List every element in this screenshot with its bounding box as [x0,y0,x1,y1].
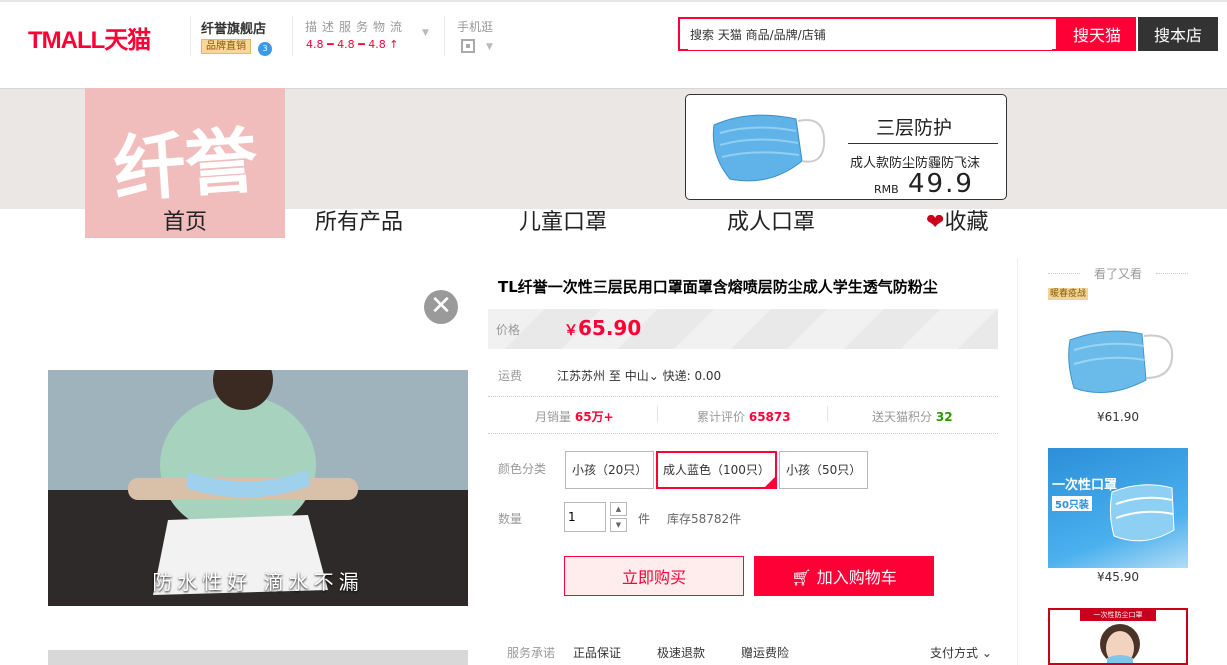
divider [444,16,445,56]
mask-image [712,114,826,182]
product-price: ￥65.90 [564,316,641,340]
promo-tag: 暖春疫战 [1048,288,1089,300]
quantity-unit: 件 [638,512,651,526]
product-title: TL纤誉一次性三层民用口罩面罩含熔喷层防尘成人学生透气防粉尘 [498,278,938,296]
sidebar-divider [1017,258,1018,665]
shop-logo-text: 纤誉 [110,117,261,212]
monthly-sales-value: 65万+ [574,410,614,424]
close-video-button[interactable]: ✕ [424,290,458,324]
divider [657,406,658,422]
currency-symbol: ￥ [564,323,578,339]
divider [827,406,828,422]
divider [488,396,998,397]
shipping-destination-select[interactable]: 中山⌄ [625,369,659,383]
quantity-input[interactable] [564,502,606,532]
monthly-sales: 月销量 65万+ [535,410,614,424]
payment-label: 支付方式 [930,646,979,660]
payment-methods[interactable]: 支付方式 ⌄ [930,644,992,661]
chevron-down-icon[interactable]: ▼ [422,28,429,38]
recommend-item-2-image[interactable]: 一次性口罩 50只装 [1048,448,1188,588]
shop-level-icon: 3 [258,42,272,56]
add-to-cart-label: 加入购物车 [816,568,897,587]
shop-name[interactable]: 纤誉旗舰店 [201,18,266,37]
buy-now-button[interactable]: 立即购买 [564,556,744,596]
chevron-down-icon: ⌄ [981,646,992,660]
nav-all-products[interactable]: 所有产品 [315,208,403,238]
video-caption: 防水性好 滴水不漏 [152,570,364,594]
service-shipping-insurance[interactable]: 赠运费险 [741,644,789,661]
shop-rating-values: 4.8 ━ 4.8 ━ 4.8 ↑ [306,38,399,51]
recommend-item-3-image[interactable]: 一次性防尘口罩 [1048,608,1188,665]
model-photo [1100,624,1140,663]
quantity-decrease-button[interactable]: ▼ [610,518,627,532]
chevron-down-icon: ⌄ [648,369,659,383]
recommend-item-2-price: ¥45.90 [1097,570,1139,584]
shipping-to: 中山 [624,369,649,383]
quantity-label: 数量 [498,512,523,526]
qr-code-icon[interactable] [461,39,475,53]
quantity-increase-button[interactable]: ▲ [610,502,627,516]
price-value: 65.90 [578,316,642,340]
nav-home[interactable]: 首页 [163,208,207,238]
color-category-label: 颜色分类 [498,462,547,476]
stock-count: 库存58782件 [667,512,742,526]
service-genuine[interactable]: 正品保证 [573,644,621,661]
thumbnail-strip[interactable] [48,650,468,665]
divider [488,433,998,434]
ad-currency: RMB [874,183,899,196]
search-tmall-button[interactable]: 搜天猫 [1058,17,1136,51]
shop-rating-label[interactable]: 描述服务物流 [305,18,407,35]
total-reviews[interactable]: 累计评价 65873 [697,408,791,425]
ad-title: 三层防护 [876,117,953,139]
service-label: 服务承诺 [507,646,556,660]
tmall-points: 送天猫积分 32 [872,410,953,424]
product-video[interactable]: 防水性好 滴水不漏 [48,370,468,606]
nav-adult-masks[interactable]: 成人口罩 [727,208,815,238]
divider [190,16,191,56]
shipping-label: 运费 [498,369,523,383]
search-shop-button[interactable]: 搜本店 [1138,17,1218,51]
ad-divider [848,143,998,144]
banner-ad[interactable]: 三层防护 成人款防尘防霾防飞沫 RMB 49.9 [685,94,1007,200]
brand-direct-badge: 品牌直销 [201,39,251,54]
nav-kids-masks[interactable]: 儿童口罩 [519,208,607,238]
sku-option-adult-blue-100[interactable]: 成人蓝色（100只） [656,451,777,489]
heart-icon: ❤ [926,210,945,235]
total-reviews-value: 65873 [748,410,791,424]
add-to-cart-button[interactable]: 🛒︎ 加入购物车 [754,556,934,596]
shipping-to-word: 至 [608,369,621,383]
sku-option-kids-20[interactable]: 小孩（20只） [565,451,655,489]
service-fast-refund[interactable]: 极速退款 [657,644,705,661]
search-box [678,17,1058,51]
sku-option-kids-50[interactable]: 小孩（50只） [779,451,869,489]
mobile-browse-label[interactable]: 手机逛 [457,18,493,35]
tmall-points-value: 32 [935,410,953,424]
also-viewed-title: 看了又看 [1048,265,1188,282]
recommend-item-2-badge: 50只装 [1052,496,1092,511]
divider [292,16,293,56]
top-border [0,0,1227,2]
recommend-item-3-tag: 一次性防尘口罩 [1080,610,1156,621]
nav-favorite-label: 收藏 [944,210,989,235]
nav-favorite[interactable]: ❤收藏 [926,208,988,238]
shipping-from: 江苏苏州 [557,369,606,383]
price-label: 价格 [496,323,521,337]
recommend-item-1-price: ¥61.90 [1097,410,1139,424]
shipping-method: 快递: 0.00 [662,369,722,383]
mask-image [1109,484,1175,542]
chevron-down-icon[interactable]: ▼ [486,42,493,52]
shipping-info: 江苏苏州 至 中山⌄ 快递: 0.00 [557,367,721,384]
cart-icon: 🛒︎ [791,568,817,587]
ad-price: 49.9 [908,169,974,199]
tmall-logo[interactable]: TMALL天猫 [28,20,151,55]
search-input[interactable] [688,20,1052,50]
recommend-item-1-image[interactable] [1068,322,1178,402]
